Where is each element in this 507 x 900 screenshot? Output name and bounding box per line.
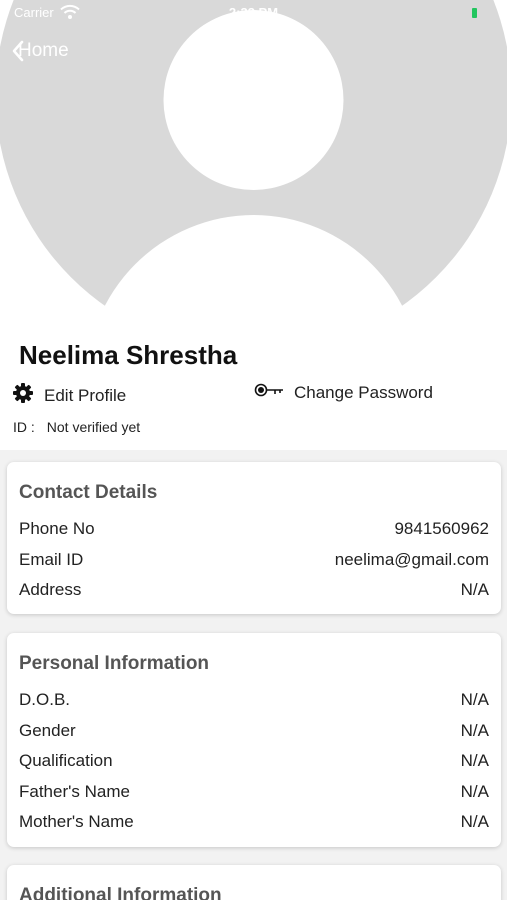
change-password-button[interactable]: Change Password [254,382,433,403]
key-icon [254,382,284,403]
fathers-name-label: Father's Name [19,781,130,801]
profile-summary: Neelima Shrestha Edit Profile Change Pas… [0,325,507,450]
email-value: neelima@gmail.com [334,549,489,569]
address-label: Address [19,580,82,600]
contact-details-title: Contact Details [19,482,158,503]
email-label: Email ID [19,549,84,569]
contact-details-card: Contact Details Phone No 9841560962 Emai… [7,462,501,614]
profile-photo-header: Carrier 2:33 PM Home [0,0,507,325]
qualification-value: N/A [460,751,489,771]
address-value: N/A [460,580,489,600]
detail-row: Mother's Name N/A [19,807,489,838]
fathers-name-value: N/A [460,781,489,801]
detail-row: Address N/A [19,575,489,606]
mothers-name-label: Mother's Name [19,812,134,832]
battery-icon [472,8,477,18]
detail-row: Gender N/A [19,716,489,747]
back-label: Home [18,40,69,61]
id-status-row: ID : Not verified yet [13,419,140,435]
gender-label: Gender [19,720,76,740]
personal-information-title: Personal Information [19,653,210,674]
gender-value: N/A [460,720,489,740]
avatar-placeholder [0,0,507,325]
detail-row: D.O.B. N/A [19,685,489,716]
edit-profile-label: Edit Profile [44,385,127,405]
detail-row: Email ID neelima@gmail.com [19,545,489,576]
detail-row: Qualification N/A [19,746,489,777]
mothers-name-value: N/A [460,812,489,832]
personal-information-card: Personal Information D.O.B. N/A Gender N… [7,633,501,847]
change-password-label: Change Password [294,382,433,402]
dob-label: D.O.B. [19,690,71,710]
additional-information-card: Additional Information [7,865,501,900]
detail-row: Father's Name N/A [19,777,489,808]
phone-label: Phone No [19,519,95,539]
id-label: ID : [13,419,35,435]
edit-profile-button[interactable]: Edit Profile [12,382,126,409]
back-button[interactable]: Home [12,40,69,62]
phone-value: 9841560962 [394,519,489,539]
status-time: 2:33 PM [228,5,279,20]
status-bar: Carrier 2:33 PM [0,0,507,28]
dob-value: N/A [460,690,489,710]
qualification-label: Qualification [19,751,113,771]
detail-row: Phone No 9841560962 [19,514,489,545]
additional-information-title: Additional Information [19,885,222,900]
gear-icon [12,382,34,409]
id-value: Not verified yet [46,419,141,435]
profile-name: Neelima Shrestha [19,340,238,370]
